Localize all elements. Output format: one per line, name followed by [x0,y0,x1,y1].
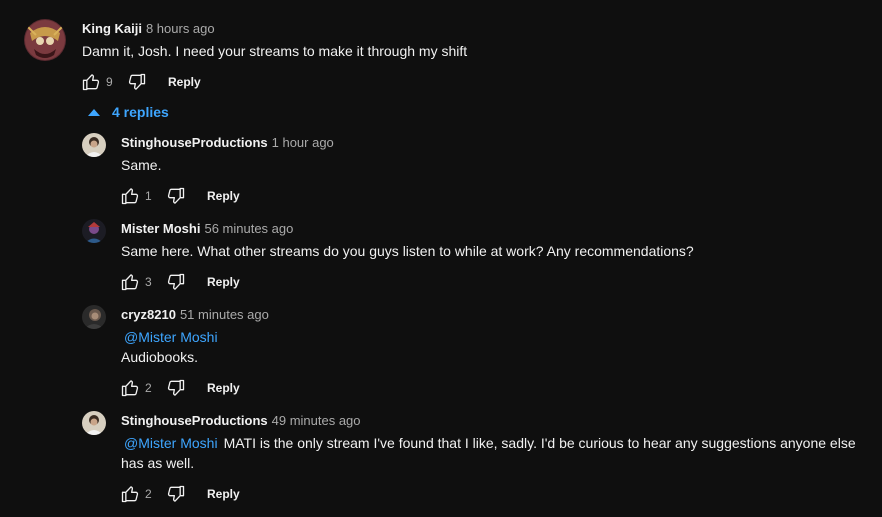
dislike-button[interactable] [126,71,148,93]
user-mention-link[interactable]: @Mister Moshi [124,329,218,345]
thumbs-up-icon [82,74,100,91]
like-count: 2 [145,487,152,501]
author-name[interactable]: Mister Moshi [121,221,200,236]
comment-body: @Mister Moshi MATI is the only stream I'v… [121,433,861,473]
like-button[interactable] [119,271,141,293]
reply-button[interactable]: Reply [207,189,240,203]
comment-actions: 9 Reply [80,70,201,94]
comment-text: Damn it, Josh. I need your streams to ma… [82,43,468,59]
comment-actions: 2 Reply [119,376,240,400]
reply-button[interactable]: Reply [207,487,240,501]
like-count: 1 [145,189,152,203]
author-name[interactable]: cryz8210 [121,307,176,322]
thumbs-down-icon [167,187,185,204]
timestamp[interactable]: 8 hours ago [146,21,215,36]
timestamp[interactable]: 49 minutes ago [272,413,361,428]
like-button[interactable] [80,71,102,93]
like-button[interactable] [119,483,141,505]
comment-actions: 1 Reply [119,184,240,208]
avatar[interactable] [24,19,66,61]
comment-header: StinghouseProductions 1 hour ago [121,134,334,152]
avatar[interactable] [82,133,106,157]
avatar[interactable] [82,219,106,243]
thumbs-up-icon [121,188,139,205]
comment-text: Same. [121,157,162,173]
reply-button[interactable]: Reply [207,381,240,395]
like-count: 9 [106,75,113,89]
thumbs-down-icon [128,73,146,90]
author-name[interactable]: King Kaiji [82,21,142,36]
thumbs-up-icon [121,274,139,291]
reply-button[interactable]: Reply [207,275,240,289]
timestamp[interactable]: 1 hour ago [272,135,334,150]
timestamp[interactable]: 56 minutes ago [204,221,293,236]
dislike-button[interactable] [165,185,187,207]
like-button[interactable] [119,377,141,399]
dislike-button[interactable] [165,377,187,399]
like-count: 2 [145,381,152,395]
author-name[interactable]: StinghouseProductions [121,413,268,428]
reply-button[interactable]: Reply [168,75,201,89]
comment-header: StinghouseProductions 49 minutes ago [121,412,361,430]
caret-up-icon [88,108,100,116]
like-count: 3 [145,275,152,289]
dislike-button[interactable] [165,271,187,293]
comment-actions: 2 Reply [119,482,240,506]
author-name[interactable]: StinghouseProductions [121,135,268,150]
timestamp[interactable]: 51 minutes ago [180,307,269,322]
user-mention-link[interactable]: @Mister Moshi [124,435,218,451]
comment-text: Audiobooks. [121,349,199,365]
replies-toggle-label: 4 replies [112,104,169,120]
comment-text: MATI is the only stream I've found that … [121,435,856,471]
comment-header: cryz8210 51 minutes ago [121,306,269,324]
comment-header: King Kaiji 8 hours ago [82,20,215,38]
avatar[interactable] [82,411,106,435]
thumbs-up-icon [121,380,139,397]
thumbs-down-icon [167,379,185,396]
replies-toggle[interactable]: 4 replies [86,104,169,120]
dislike-button[interactable] [165,483,187,505]
comment-header: Mister Moshi 56 minutes ago [121,220,293,238]
thumbs-down-icon [167,485,185,502]
like-button[interactable] [119,185,141,207]
thumbs-down-icon [167,273,185,290]
comment-text: Same here. What other streams do you guy… [121,243,694,259]
avatar[interactable] [82,305,106,329]
comment-actions: 3 Reply [119,270,240,294]
comment-mention-line: @Mister Moshi [121,327,224,347]
thumbs-up-icon [121,486,139,503]
